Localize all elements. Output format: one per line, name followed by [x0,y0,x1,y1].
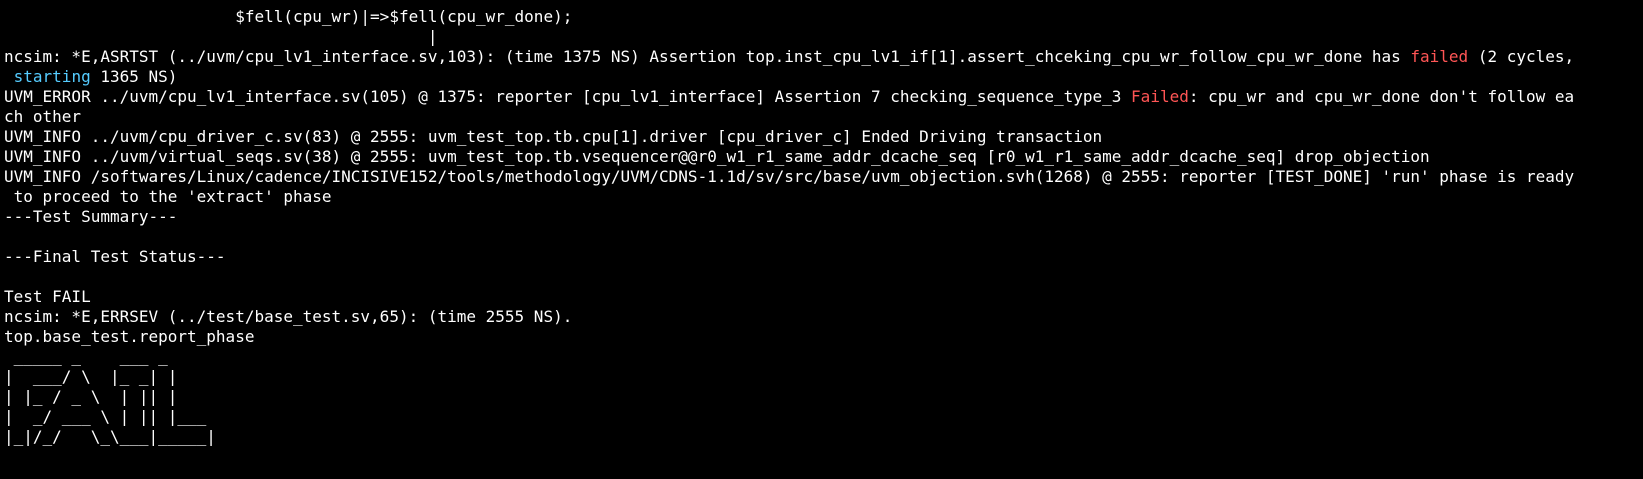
banner-row: | ___/ \ |_ _| | [4,367,178,386]
final-test-status-header: ---Final Test Status--- [4,247,226,266]
ncsim-assertion-error-line-cont: starting 1365 NS) [4,67,1643,87]
report-phase-line: top.base_test.report_phase [4,327,255,346]
banner-row: _____ _ ___ _ [4,347,168,366]
uvm-info-driver-line: UVM_INFO ../uvm/cpu_driver_c.sv(83) @ 25… [4,127,1103,146]
failed-keyword: failed [1410,47,1469,66]
banner-row: | _/ ___ \ | || |___ [4,407,207,426]
test-fail-status: Test FAIL [4,287,91,306]
uvm-info-test-done-line: UVM_INFO /softwares/Linux/cadence/INCISI… [4,167,1575,186]
uvm-error-message: : cpu_wr and cpu_wr_done don't follow ea [1188,87,1575,106]
test-summary-header: ---Test Summary--- [4,207,178,226]
ncsim-assertion-cycles: (2 cycles, [1468,47,1575,66]
terminal-window[interactable]: $fell(cpu_wr)|=>$fell(cpu_wr_done); | nc… [0,0,1643,479]
uvm-info-drop-objection-line: UVM_INFO ../uvm/virtual_seqs.sv(38) @ 25… [4,147,1430,166]
ncsim-errsev-line: ncsim: *E,ERRSEV (../test/base_test.sv,6… [4,307,573,326]
banner-row: |_|/_/ \_\___|_____| [4,427,216,446]
assertion-marker-line: | [4,27,438,46]
ncsim-assertion-error-line: ncsim: *E,ASRTST (../uvm/cpu_lv1_interfa… [4,47,1643,67]
starting-keyword: starting [13,67,91,86]
uvm-info-test-done-line-cont: to proceed to the 'extract' phase [4,187,332,206]
uvm-error-text: UVM_ERROR ../uvm/cpu_lv1_interface.sv(10… [4,87,1132,106]
assertion-expression-line: $fell(cpu_wr)|=>$fell(cpu_wr_done); [4,7,573,26]
ncsim-assertion-text: ncsim: *E,ASRTST (../uvm/cpu_lv1_interfa… [4,47,1411,66]
banner-row: | |_ / _ \ | || | [4,387,178,406]
fail-ascii-banner: _____ _ ___ _ | ___/ \ |_ _| | | |_ / _ … [4,347,1643,447]
uvm-error-line-cont: ch other [4,107,82,126]
starting-time: 1365 NS) [90,67,178,86]
uvm-error-line: UVM_ERROR ../uvm/cpu_lv1_interface.sv(10… [4,87,1643,107]
failed-keyword-uvm: Failed [1131,87,1189,106]
